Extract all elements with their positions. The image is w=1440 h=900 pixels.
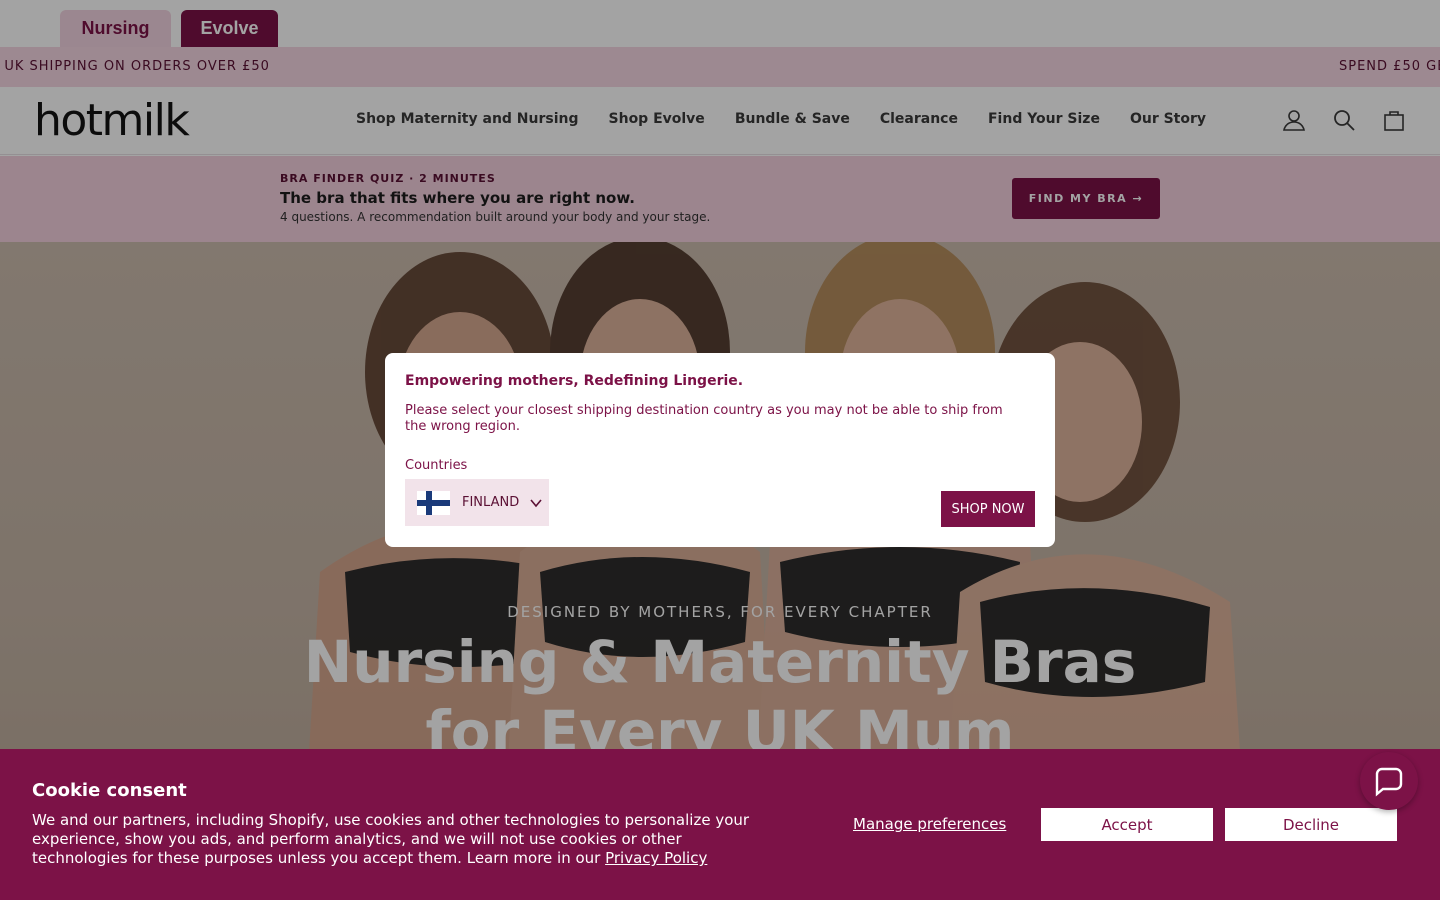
cookie-text: We and our partners, including Shopify, … <box>32 811 772 868</box>
manage-preferences-link[interactable]: Manage preferences <box>853 815 1006 833</box>
country-dropdown[interactable]: FINLAND <box>405 479 549 526</box>
country-select-modal: Empowering mothers, Redefining Lingerie.… <box>385 353 1055 547</box>
decline-button[interactable]: Decline <box>1225 808 1397 841</box>
privacy-policy-link[interactable]: Privacy Policy <box>605 849 707 867</box>
selected-country: FINLAND <box>462 495 520 510</box>
chevron-down-icon <box>530 498 542 507</box>
modal-text: Please select your closest shipping dest… <box>405 403 1003 434</box>
modal-title: Empowering mothers, Redefining Lingerie. <box>405 373 744 389</box>
accept-button[interactable]: Accept <box>1041 808 1213 841</box>
cookie-banner: Cookie consent We and our partners, incl… <box>0 749 1440 900</box>
finland-flag-icon <box>417 490 450 515</box>
cookie-title: Cookie consent <box>32 780 187 801</box>
countries-label: Countries <box>405 458 468 473</box>
chat-icon <box>1375 767 1403 797</box>
chat-button[interactable] <box>1360 752 1418 810</box>
shop-now-button[interactable]: SHOP NOW <box>941 491 1035 527</box>
